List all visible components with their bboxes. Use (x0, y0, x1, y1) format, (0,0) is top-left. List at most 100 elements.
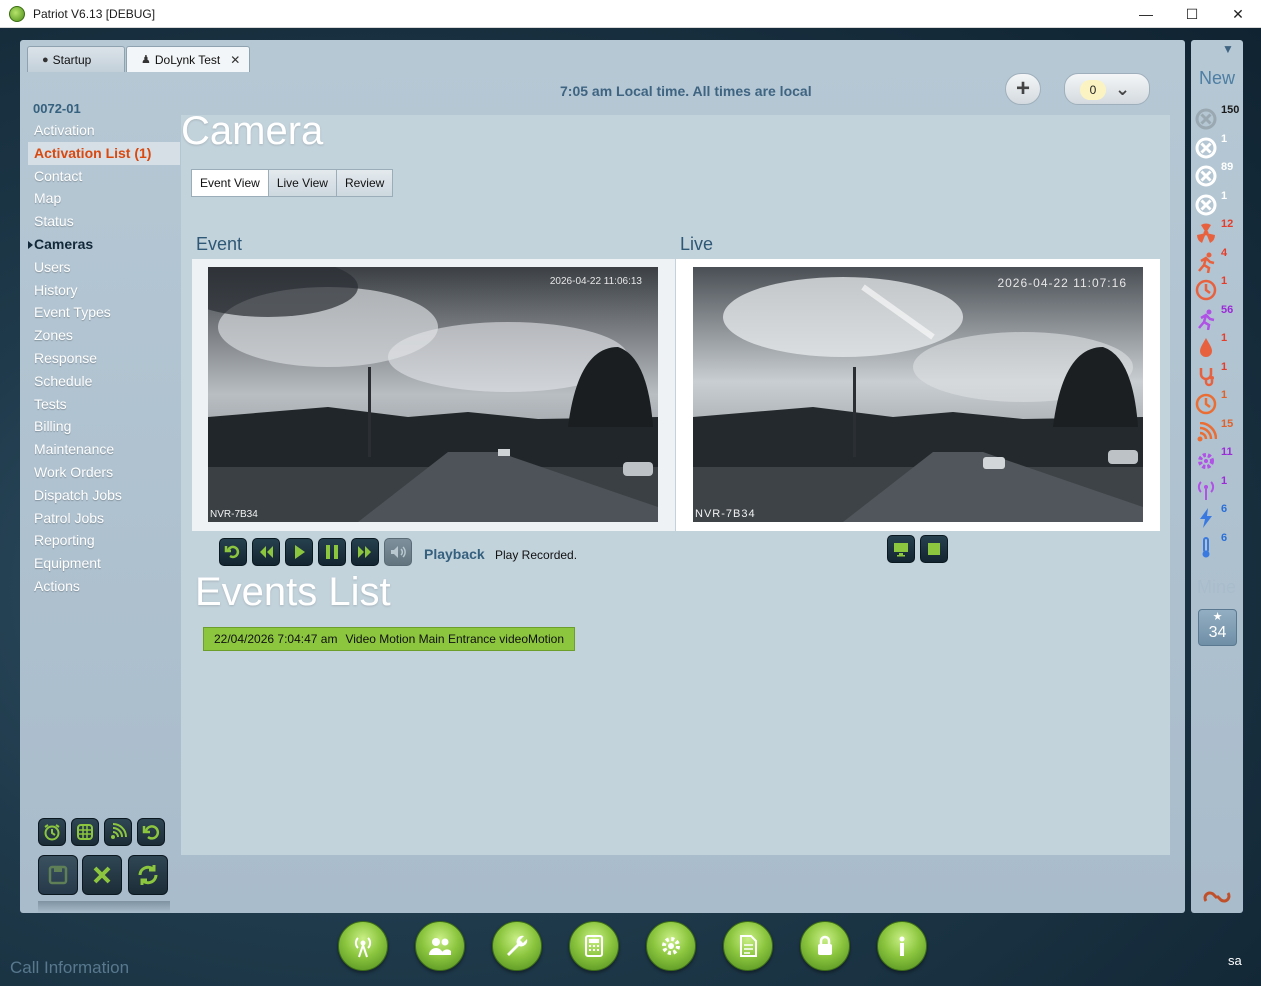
fullscreen-button[interactable] (887, 535, 915, 563)
play-button[interactable] (285, 538, 313, 566)
alarm-category-2[interactable]: 1 (1195, 133, 1243, 165)
alarm-count: 150 (1221, 104, 1240, 116)
sidebar-item-activation[interactable]: Activation (28, 119, 180, 142)
info-button[interactable] (877, 921, 927, 971)
event-description: Video Motion Main Entrance videoMotion (345, 632, 565, 646)
alarm-category-8[interactable]: 56 (1195, 304, 1243, 336)
sidebar-item-work-orders[interactable]: Work Orders (28, 461, 180, 484)
sidebar-item-patrol-jobs[interactable]: Patrol Jobs (28, 507, 180, 530)
sidebar-item-actions[interactable]: Actions (28, 575, 180, 598)
close-window-button[interactable]: ✕ (1215, 0, 1261, 28)
tab-live-view[interactable]: Live View (268, 169, 337, 197)
undo-button[interactable] (137, 818, 165, 846)
tab-startup[interactable]: ● Startup (27, 46, 125, 72)
sidebar-item-equipment[interactable]: Equipment (28, 552, 180, 575)
alarm-category-4[interactable]: 1 (1195, 190, 1243, 222)
chain-link-icon[interactable] (1200, 885, 1234, 909)
sidebar-item-dispatch-jobs[interactable]: Dispatch Jobs (28, 484, 180, 507)
add-button[interactable]: + (1005, 73, 1041, 105)
alarm-category-1[interactable]: 150 (1195, 104, 1243, 136)
replay-button[interactable] (219, 538, 247, 566)
live-video[interactable]: 2026-04-22 11:07:16 NVR-7B34 (693, 267, 1143, 522)
rewind-icon (260, 546, 273, 558)
maximize-button[interactable]: ☐ (1169, 0, 1215, 28)
rewind-button[interactable] (252, 538, 280, 566)
tab-dolynk-label: DoLynk Test (154, 52, 221, 67)
sidebar-item-activation-list[interactable]: Activation List (1) (28, 141, 180, 165)
refresh-button[interactable] (128, 855, 168, 895)
monitor-icon (894, 543, 908, 557)
mine-count-badge[interactable]: ★ 34 (1198, 609, 1237, 646)
event-list-item[interactable]: 22/04/2026 7:04:47 am Video Motion Main … (203, 627, 576, 651)
alarm-count: 89 (1221, 161, 1234, 173)
alarm-clock-button[interactable] (38, 818, 66, 846)
sidebar-item-status[interactable]: Status (28, 210, 180, 233)
sidebar-item-tests[interactable]: Tests (28, 393, 180, 416)
sidebar-item-maintenance[interactable]: Maintenance (28, 438, 180, 461)
alarm-count: 12 (1221, 218, 1234, 230)
alarm-category-11[interactable]: 1 (1195, 389, 1243, 421)
queue-count: 0 (1080, 80, 1106, 100)
sidebar-item-history[interactable]: History (28, 279, 180, 302)
save-button[interactable] (38, 855, 78, 895)
tower-button[interactable] (338, 921, 388, 971)
sidebar-item-contact[interactable]: Contact (28, 165, 180, 188)
tab-close-icon[interactable]: ✕ (230, 53, 240, 67)
sidebar-item-users[interactable]: Users (28, 256, 180, 279)
sidebar-item-cameras[interactable]: Cameras (28, 233, 180, 256)
alarm-category-13[interactable]: 11 (1195, 446, 1243, 478)
pause-button[interactable] (318, 538, 346, 566)
settings-button[interactable] (646, 921, 696, 971)
users-button[interactable] (415, 921, 465, 971)
cancel-button[interactable] (82, 855, 122, 895)
tab-dolynk-test[interactable]: ♟ DoLynk Test ✕ (126, 46, 250, 72)
alarm-category-16[interactable]: 6 (1195, 532, 1243, 564)
queue-counter-dropdown[interactable]: 0 ⌄ (1064, 73, 1150, 105)
calculator-button[interactable] (569, 921, 619, 971)
info-icon (899, 936, 905, 956)
playback-label: Playback (424, 546, 485, 562)
globe-button[interactable] (71, 818, 99, 846)
refresh-icon (138, 865, 158, 885)
alarm-category-15[interactable]: 6 (1195, 503, 1243, 535)
save-icon (48, 865, 68, 885)
mine-alarms-label: Mine (1197, 577, 1237, 597)
document-icon (740, 935, 757, 957)
mine-count: 34 (1208, 624, 1227, 641)
lock-button[interactable] (800, 921, 850, 971)
sidebar-item-event-types[interactable]: Event Types (28, 301, 180, 324)
signal-button[interactable] (104, 818, 132, 846)
window-title: Patriot V6.13 [DEBUG] (33, 6, 156, 21)
account-code: 0072-01 (33, 101, 81, 116)
alarm-category-7[interactable]: 1 (1195, 275, 1243, 307)
view-tabs: Event View Live View Review (191, 169, 394, 197)
tools-button[interactable] (492, 921, 542, 971)
sidebar-item-zones[interactable]: Zones (28, 324, 180, 347)
alarm-category-5[interactable]: 12 (1195, 218, 1243, 250)
tab-review[interactable]: Review (336, 169, 394, 197)
sidebar-item-schedule[interactable]: Schedule (28, 370, 180, 393)
volume-button[interactable] (384, 538, 412, 566)
stop-button[interactable] (920, 535, 948, 563)
alarm-clock-icon (44, 824, 60, 841)
alarm-category-9[interactable]: 1 (1195, 332, 1243, 364)
alarm-category-3[interactable]: 89 (1195, 161, 1243, 193)
alarm-category-10[interactable]: 1 (1195, 361, 1243, 393)
current-user: sa (1228, 953, 1242, 968)
sidebar-item-reporting[interactable]: Reporting (28, 529, 180, 552)
tab-event-view[interactable]: Event View (191, 169, 269, 197)
street-scene-image (208, 267, 658, 522)
reports-button[interactable] (723, 921, 773, 971)
alarm-category-14[interactable]: 1 (1195, 475, 1243, 507)
alarm-category-6[interactable]: 4 (1195, 247, 1243, 279)
alarm-category-12[interactable]: 15 (1195, 418, 1243, 450)
pin-icon[interactable]: ▼ (1222, 42, 1234, 56)
minimize-button[interactable]: — (1123, 0, 1169, 28)
event-video[interactable]: 2026-04-22 11:06:13 NVR-7B34 (208, 267, 658, 522)
sidebar-item-response[interactable]: Response (28, 347, 180, 370)
sidebar-item-map[interactable]: Map (28, 187, 180, 210)
sidebar-item-billing[interactable]: Billing (28, 415, 180, 438)
clock-orange-icon (1195, 393, 1217, 415)
fast-forward-button[interactable] (351, 538, 379, 566)
alarm-count: 6 (1221, 503, 1228, 515)
